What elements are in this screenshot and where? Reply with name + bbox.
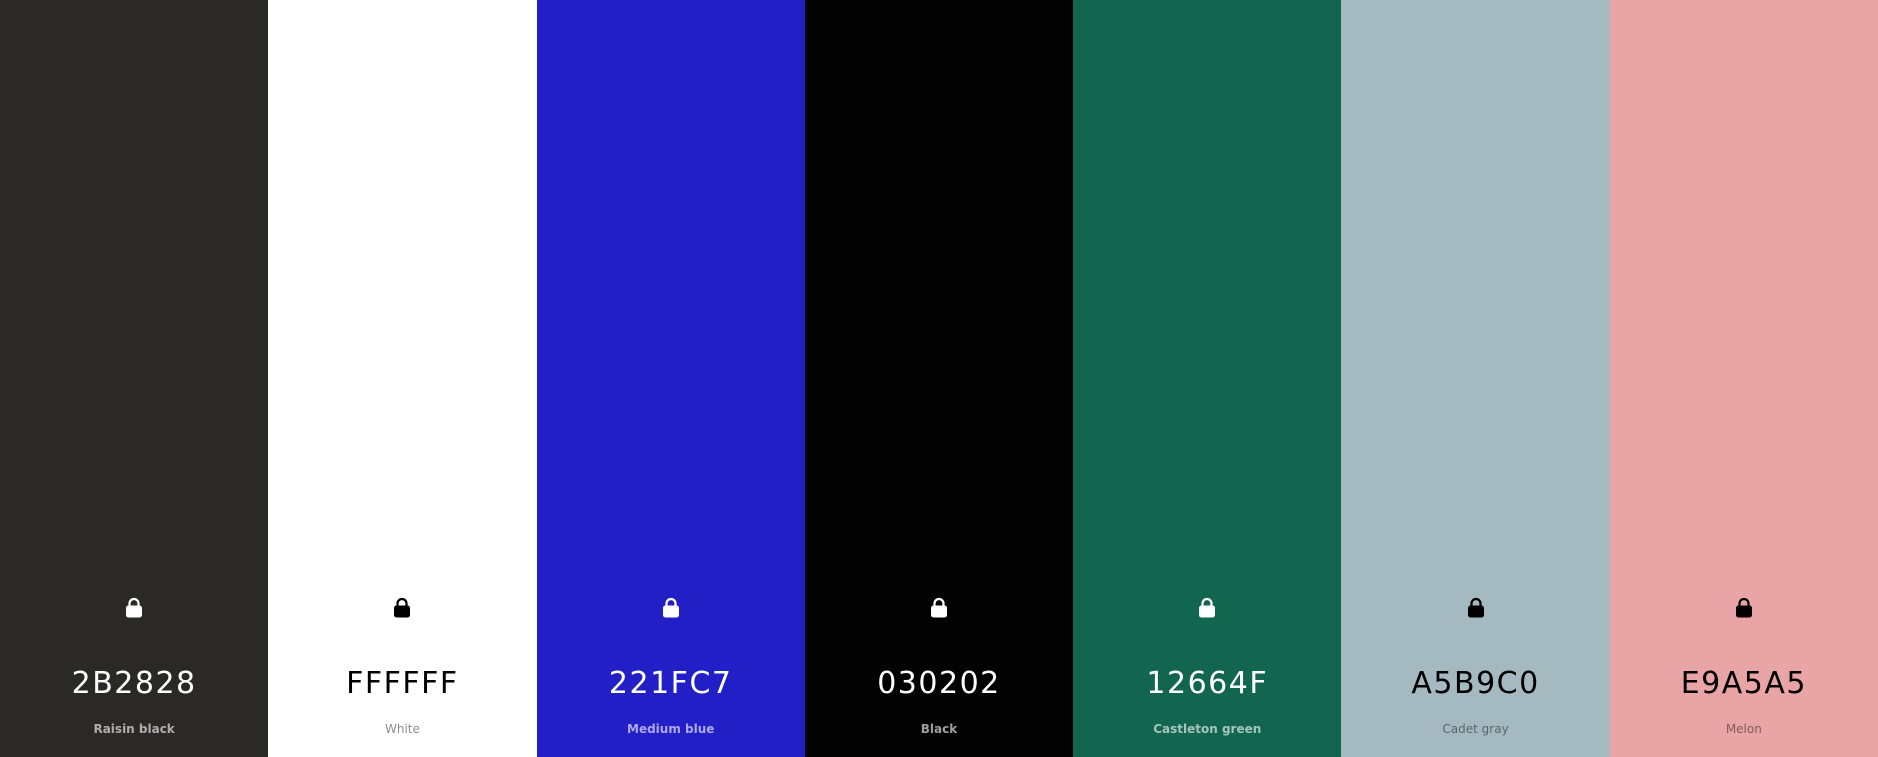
color-name: Castleton green [1153, 722, 1262, 736]
color-swatch-castleton-green[interactable]: 12664F Castleton green [1073, 0, 1342, 757]
lock-icon [124, 597, 144, 619]
lock-button[interactable] [927, 596, 951, 620]
lock-icon [1734, 597, 1754, 619]
lock-icon [929, 597, 949, 619]
color-palette: 2B2828 Raisin black FFFFFF White 221FC7 … [0, 0, 1878, 757]
hex-code[interactable]: E9A5A5 [1610, 662, 1878, 706]
color-swatch-melon[interactable]: E9A5A5 Melon [1609, 0, 1878, 757]
color-name: Melon [1725, 722, 1762, 736]
lock-button[interactable] [659, 596, 683, 620]
lock-icon [1197, 597, 1217, 619]
hex-code[interactable]: 2B2828 [0, 662, 268, 706]
color-name: White [384, 722, 420, 736]
lock-icon [661, 597, 681, 619]
lock-icon [1466, 597, 1486, 619]
color-name: Black [920, 722, 958, 736]
hex-code[interactable]: 030202 [805, 662, 1073, 706]
hex-code[interactable]: 221FC7 [537, 662, 805, 706]
lock-button[interactable] [1732, 596, 1756, 620]
color-swatch-raisin-black[interactable]: 2B2828 Raisin black [0, 0, 269, 757]
lock-button[interactable] [390, 596, 414, 620]
color-swatch-black[interactable]: 030202 Black [804, 0, 1074, 757]
lock-icon [392, 597, 412, 619]
color-swatch-white[interactable]: FFFFFF White [268, 0, 537, 757]
color-name: Medium blue [627, 722, 715, 736]
hex-code[interactable]: FFFFFF [268, 662, 536, 706]
color-swatch-medium-blue[interactable]: 221FC7 Medium blue [536, 0, 805, 757]
hex-code[interactable]: 12664F [1073, 662, 1341, 706]
lock-button[interactable] [1195, 596, 1219, 620]
color-swatch-cadet-gray[interactable]: A5B9C0 Cadet gray [1341, 0, 1610, 757]
lock-button[interactable] [1464, 596, 1488, 620]
color-name: Raisin black [93, 722, 175, 736]
hex-code[interactable]: A5B9C0 [1341, 662, 1609, 706]
lock-button[interactable] [122, 596, 146, 620]
color-name: Cadet gray [1442, 722, 1509, 736]
